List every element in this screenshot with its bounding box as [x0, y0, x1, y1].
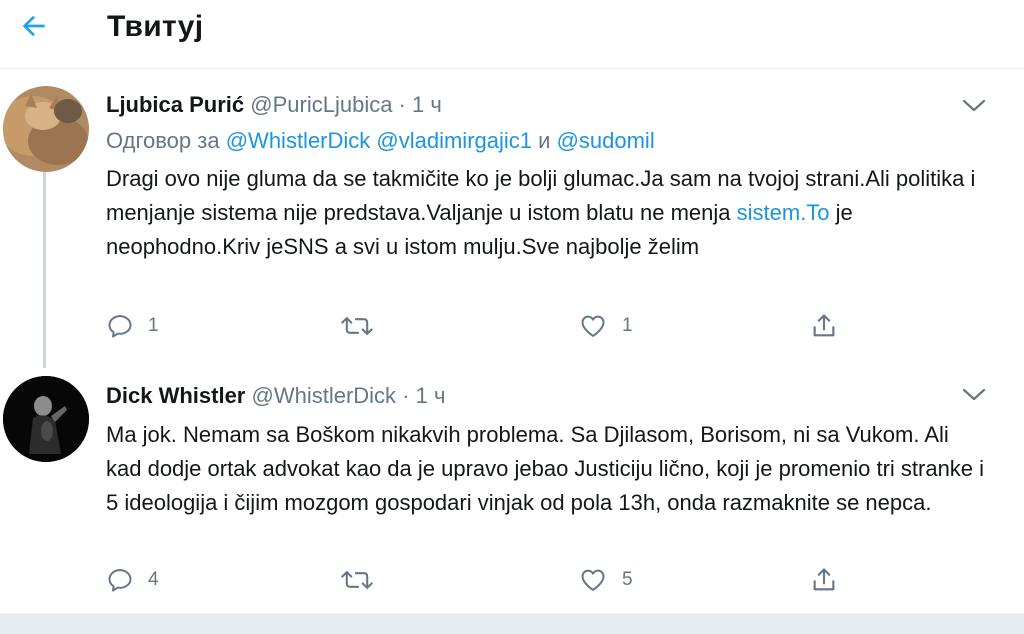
share-button[interactable]: [810, 566, 838, 594]
tweet-menu-button[interactable]: [960, 96, 988, 116]
like-count: 1: [622, 315, 633, 336]
reply-icon: [108, 569, 132, 592]
author-name[interactable]: Dick Whistler: [106, 383, 245, 408]
retweet-icon: [341, 571, 373, 589]
page-title: Твитуј: [107, 10, 204, 43]
text-link[interactable]: sistem.To: [737, 200, 830, 225]
reply-count: 4: [148, 569, 159, 590]
reply-prefix: Одговор за: [106, 128, 220, 153]
separator-dot: ·: [398, 92, 406, 117]
like-icon: [581, 569, 605, 591]
reply-to-line: Одговор за @WhistlerDick @vladimirgajic1…: [106, 128, 655, 154]
page-header: Твитуј: [0, 0, 1024, 69]
section-separator: [0, 613, 1024, 634]
tweet-author-line: Dick Whistler @WhistlerDick · 1 ч: [106, 383, 445, 409]
like-button[interactable]: 1: [578, 312, 633, 340]
mention-link[interactable]: @WhistlerDick: [226, 128, 371, 153]
retweet-icon: [341, 317, 373, 335]
back-arrow-icon: [22, 15, 45, 37]
tweet-actions: 4 5: [0, 566, 1024, 596]
chevron-down-icon: [962, 99, 986, 112]
tweet-text: Ma jok. Nemam sa Boškom nikakvih problem…: [106, 422, 985, 515]
reply-icon: [108, 315, 132, 338]
chevron-down-icon: [962, 388, 986, 401]
author-handle[interactable]: @WhistlerDick: [252, 383, 397, 408]
retweet-button[interactable]: [340, 566, 388, 594]
tweet-author-line: Ljubica Purić @PuricLjubica · 1 ч: [106, 92, 442, 118]
like-button[interactable]: 5: [578, 566, 633, 594]
avatar[interactable]: [3, 86, 89, 172]
retweet-button[interactable]: [340, 312, 388, 340]
mention-link[interactable]: @vladimirgajic1: [376, 128, 532, 153]
reply-and: и: [538, 128, 551, 153]
like-icon: [581, 315, 605, 337]
like-count: 5: [622, 569, 633, 590]
share-icon: [813, 568, 835, 591]
avatar[interactable]: [3, 376, 89, 462]
separator-dot: ·: [402, 383, 410, 408]
author-handle[interactable]: @PuricLjubica: [250, 92, 392, 117]
share-button[interactable]: [810, 312, 838, 340]
tweet-menu-button[interactable]: [960, 385, 988, 405]
share-icon: [813, 314, 835, 337]
mention-link[interactable]: @sudomil: [557, 128, 655, 153]
tweet-actions: 1 1: [0, 312, 1024, 342]
tweet-text: Dragi ovo nije gluma da se takmičite ko …: [106, 162, 986, 264]
reply-button[interactable]: 4: [106, 566, 159, 594]
tweet-time[interactable]: 1 ч: [412, 92, 442, 117]
back-button[interactable]: [14, 6, 54, 46]
author-name[interactable]: Ljubica Purić: [106, 92, 244, 117]
reply-count: 1: [148, 315, 159, 336]
reply-button[interactable]: 1: [106, 312, 159, 340]
tweet-time[interactable]: 1 ч: [416, 383, 446, 408]
